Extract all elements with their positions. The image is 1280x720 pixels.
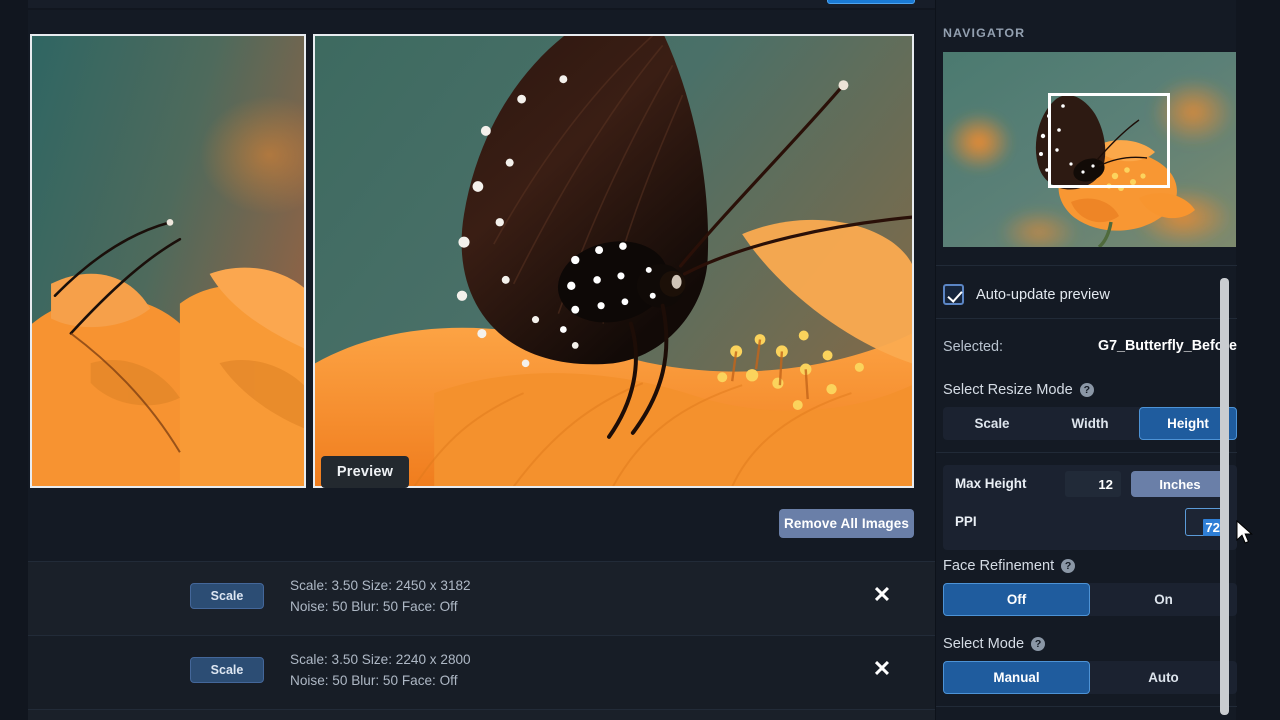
before-image [32, 36, 304, 486]
selected-value: G7_Butterfly_Before [1098, 338, 1237, 354]
before-image-panel[interactable] [30, 34, 306, 488]
after-image [315, 36, 912, 486]
row-remove-icon[interactable]: ✕ [868, 655, 896, 683]
remove-all-images-button[interactable]: Remove All Images [779, 509, 914, 538]
checkbox-icon[interactable] [943, 284, 964, 305]
navigator-viewport-rect[interactable] [1048, 93, 1170, 188]
tab-mode-auto[interactable]: Auto [1090, 661, 1237, 694]
divider [936, 318, 1237, 319]
unit-inches-button[interactable]: Inches [1131, 471, 1229, 497]
after-image-panel[interactable] [313, 34, 914, 488]
max-height-row: Max Height Inches [943, 465, 1237, 503]
tab-resize-width[interactable]: Width [1041, 407, 1139, 440]
help-icon[interactable]: ? [1080, 383, 1094, 397]
tab-resize-scale[interactable]: Scale [943, 407, 1041, 440]
image-compare-area: Preview [28, 24, 935, 484]
row-remove-icon[interactable]: ✕ [868, 581, 896, 609]
select-mode-section-label: Select Mode? [943, 636, 1045, 652]
app-window: Preview Remove All Images Scale Scale: 3… [0, 0, 1280, 720]
row-meta-line1: Scale: 3.50 Size: 2240 x 2800 [290, 650, 471, 670]
resize-mode-segmented-control: Scale Width Height [943, 407, 1237, 440]
resize-mode-section-label: Select Resize Mode? [943, 382, 1094, 398]
row-meta: Scale: 3.50 Size: 2240 x 2800 Noise: 50 … [290, 650, 471, 691]
ppi-row: PPI 72 [943, 503, 1237, 541]
table-row[interactable]: Scale Scale: 3.50 Size: 2240 x 2800 Nois… [28, 636, 935, 710]
help-icon[interactable]: ? [1031, 637, 1045, 651]
remove-all-bar: Remove All Images [28, 494, 935, 562]
row-meta-line2: Noise: 50 Blur: 50 Face: Off [290, 671, 471, 691]
tab-face-on[interactable]: On [1090, 583, 1237, 616]
size-fields-box: Max Height Inches PPI 72 [943, 465, 1237, 550]
divider [936, 265, 1237, 266]
max-height-input[interactable] [1065, 471, 1121, 497]
selected-row: Selected: G7_Butterfly_Before [943, 338, 1237, 356]
face-refinement-label-text: Face Refinement [943, 558, 1054, 574]
row-meta-line1: Scale: 3.50 Size: 2450 x 3182 [290, 576, 471, 596]
tab-face-off[interactable]: Off [943, 583, 1090, 616]
divider [936, 452, 1237, 453]
row-meta: Scale: 3.50 Size: 2450 x 3182 Noise: 50 … [290, 576, 471, 617]
divider [936, 706, 1237, 707]
row-scale-button[interactable]: Scale [190, 657, 264, 683]
preview-badge: Preview [321, 456, 409, 488]
row-scale-button[interactable]: Scale [190, 583, 264, 609]
auto-update-preview-label: Auto-update preview [976, 287, 1110, 303]
ppi-label: PPI [955, 514, 977, 529]
tab-mode-manual[interactable]: Manual [943, 661, 1090, 694]
row-meta-line2: Noise: 50 Blur: 50 Face: Off [290, 597, 471, 617]
sidebar-scrollbar-thumb[interactable] [1220, 278, 1229, 715]
navigator-title: NAVIGATOR [943, 26, 1025, 40]
max-height-label: Max Height [955, 476, 1026, 491]
navigator-thumbnail[interactable] [943, 52, 1236, 247]
sidebar-scroll-content: NAVIGATOR [936, 0, 1236, 720]
image-list: Scale Scale: 3.50 Size: 2450 x 3182 Nois… [28, 562, 935, 720]
mouse-cursor [1236, 520, 1254, 546]
selected-label: Selected: [943, 339, 1003, 355]
help-icon[interactable]: ? [1061, 559, 1075, 573]
face-refinement-segmented-control: Off On [943, 583, 1237, 616]
face-refinement-section-label: Face Refinement? [943, 558, 1075, 574]
main-work-area: Preview Remove All Images Scale Scale: 3… [28, 10, 935, 720]
table-row[interactable] [28, 710, 935, 720]
table-row[interactable]: Scale Scale: 3.50 Size: 2450 x 3182 Nois… [28, 562, 935, 636]
auto-update-preview-row[interactable]: Auto-update preview [943, 284, 1110, 305]
select-mode-segmented-control: Manual Auto [943, 661, 1237, 694]
right-sidebar: NAVIGATOR [935, 0, 1236, 720]
resize-mode-label-text: Select Resize Mode [943, 382, 1073, 398]
left-gutter [0, 0, 28, 720]
cropped-top-button[interactable] [827, 0, 915, 4]
select-mode-label-text: Select Mode [943, 636, 1024, 652]
